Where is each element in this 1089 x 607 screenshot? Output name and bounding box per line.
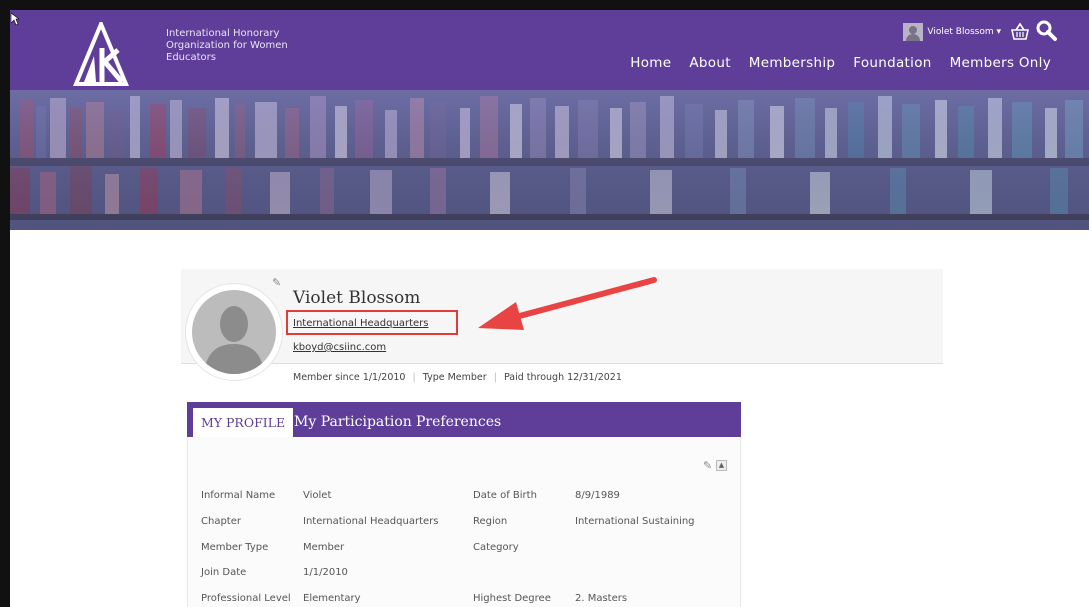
paid-through-value: 12/31/2021 bbox=[567, 372, 622, 383]
highlight-box bbox=[286, 310, 458, 335]
paid-through-label: Paid through bbox=[503, 372, 565, 383]
browser-content: International Honorary Organization for … bbox=[10, 10, 1089, 607]
person-silhouette-icon bbox=[204, 306, 264, 374]
value-professional-level: Elementary bbox=[303, 593, 361, 604]
basket-icon[interactable] bbox=[1009, 22, 1031, 42]
site-logo[interactable] bbox=[72, 22, 130, 86]
nav-about[interactable]: About bbox=[689, 55, 730, 71]
label-informal-name: Informal Name bbox=[201, 490, 276, 501]
membership-meta: Member since 1/1/2010 | Type Member | Pa… bbox=[293, 372, 622, 383]
profile-name: Violet Blossom bbox=[293, 288, 421, 308]
value-chapter: International Headquarters bbox=[303, 516, 439, 527]
label-member-type: Member Type bbox=[201, 542, 269, 553]
nav-home[interactable]: Home bbox=[630, 55, 671, 71]
mouse-cursor-icon bbox=[11, 13, 19, 25]
label-chapter: Chapter bbox=[201, 516, 241, 527]
hero-banner-image bbox=[10, 90, 1089, 230]
tab-preferences[interactable]: Preferences bbox=[416, 408, 501, 437]
member-since-label: Member since bbox=[293, 372, 360, 383]
user-menu[interactable]: Violet Blossom ▾ bbox=[903, 23, 1001, 41]
label-date-of-birth: Date of Birth bbox=[473, 490, 537, 501]
main-nav: Home About Membership Foundation Members… bbox=[630, 55, 1051, 71]
edit-details-pencil-icon[interactable]: ✎ bbox=[703, 459, 712, 472]
value-informal-name: Violet bbox=[303, 490, 332, 501]
type-label: Type bbox=[422, 372, 445, 383]
search-icon[interactable] bbox=[1035, 20, 1057, 42]
org-line-3: Educators bbox=[166, 52, 216, 63]
label-category: Category bbox=[473, 542, 519, 553]
profile-photo[interactable] bbox=[186, 284, 282, 380]
nav-members-only[interactable]: Members Only bbox=[950, 55, 1051, 71]
user-menu-name: Violet Blossom ▾ bbox=[927, 27, 1001, 37]
label-region: Region bbox=[473, 516, 508, 527]
label-highest-degree: Highest Degree bbox=[473, 593, 551, 604]
value-join-date: 1/1/2010 bbox=[303, 567, 348, 578]
site-header: International Honorary Organization for … bbox=[10, 10, 1089, 90]
label-professional-level: Professional Level bbox=[201, 593, 291, 604]
org-line-2: Organization for Women bbox=[166, 40, 288, 51]
profile-details-panel: ✎ ▲ Informal Name Violet Date of Birth 8… bbox=[187, 437, 741, 607]
annotation-arrow-icon bbox=[478, 277, 657, 330]
member-since-value: 1/1/2010 bbox=[362, 372, 406, 383]
nav-membership[interactable]: Membership bbox=[749, 55, 835, 71]
profile-tabs: MY PROFILE My Participation Preferences bbox=[187, 402, 741, 437]
tab-my-participation[interactable]: My Participation bbox=[294, 408, 412, 437]
tab-my-profile[interactable]: MY PROFILE bbox=[193, 408, 294, 437]
value-highest-degree: 2. Masters bbox=[575, 593, 628, 604]
nav-foundation[interactable]: Foundation bbox=[853, 55, 931, 71]
value-member-type: Member bbox=[303, 542, 345, 553]
label-join-date: Join Date bbox=[201, 567, 247, 578]
value-region: International Sustaining bbox=[575, 516, 695, 527]
value-date-of-birth: 8/9/1989 bbox=[575, 490, 620, 501]
org-name: International Honorary Organization for … bbox=[166, 28, 306, 64]
type-value: Member bbox=[447, 372, 487, 383]
user-avatar-icon bbox=[903, 23, 924, 41]
org-line-1: International Honorary bbox=[166, 28, 280, 39]
edit-photo-pencil-icon[interactable]: ✎ bbox=[272, 276, 281, 289]
email-link[interactable]: kboyd@csiinc.com bbox=[293, 342, 386, 353]
collapse-arrow-icon[interactable]: ▲ bbox=[716, 460, 727, 471]
